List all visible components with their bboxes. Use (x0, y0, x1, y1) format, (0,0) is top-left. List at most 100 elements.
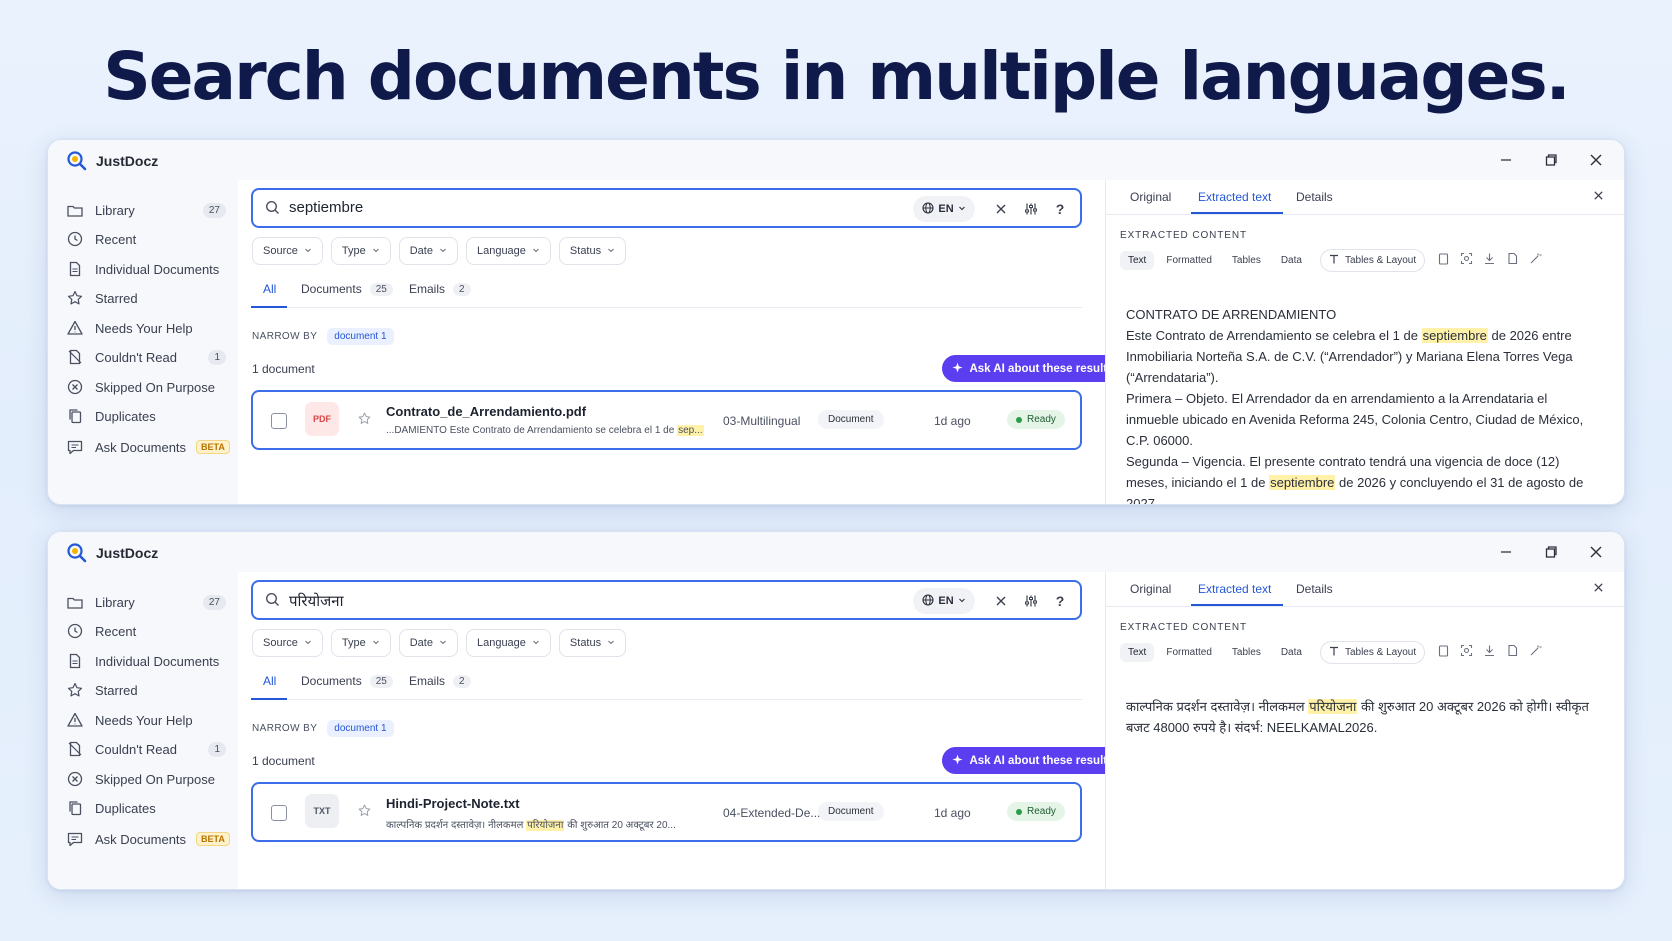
tables-layout-button[interactable]: Tables & Layout (1319, 249, 1426, 272)
ask-ai-button[interactable]: Ask AI about these results (942, 355, 1124, 382)
language-selector[interactable]: EN (913, 196, 975, 222)
file-name[interactable]: Hindi-Project-Note.txt (386, 796, 520, 811)
sidebar-item-starred[interactable]: Starred (66, 285, 234, 311)
help-button[interactable]: ? (1050, 199, 1070, 219)
filter-language[interactable]: Language (465, 237, 551, 265)
view-tables-button[interactable]: Tables (1224, 643, 1269, 662)
sidebar-item-label: Recent (95, 623, 137, 639)
search-bar[interactable]: septiembre EN? (251, 188, 1082, 228)
sidebar-item-library[interactable]: Library 27 (66, 589, 234, 615)
tables-layout-button[interactable]: Tables & Layout (1319, 641, 1426, 664)
sidebar-item-couldn-t-read[interactable]: Couldn't Read 1 (66, 736, 234, 762)
tab-all[interactable]: All (263, 282, 276, 296)
sidebar-item-label: Library (95, 594, 135, 610)
filter-status[interactable]: Status (558, 629, 627, 657)
view-tables-button[interactable]: Tables (1224, 251, 1269, 270)
filter-date[interactable]: Date (398, 237, 458, 265)
filter-type[interactable]: Type (330, 629, 391, 657)
close-window-button[interactable] (1582, 540, 1610, 564)
view-text-button[interactable]: Text (1120, 251, 1155, 270)
narrow-by-pill[interactable]: document 1 (327, 328, 394, 345)
sidebar-item-ask-documents[interactable]: Ask Documents BETA (66, 826, 234, 852)
sidebar-item-ask-documents[interactable]: Ask Documents BETA (66, 434, 234, 460)
sidebar-item-needs-your-help[interactable]: Needs Your Help (66, 315, 234, 341)
minimize-button[interactable] (1492, 540, 1520, 564)
panel-tab-details[interactable]: Details (1296, 582, 1333, 596)
view-data-button[interactable]: Data (1273, 251, 1310, 270)
sidebar-item-recent[interactable]: Recent (66, 618, 234, 644)
narrow-by-pill[interactable]: document 1 (327, 720, 394, 737)
tab-documents[interactable]: Documents 25 (301, 674, 393, 688)
panel-tab-original[interactable]: Original (1130, 582, 1171, 596)
tab-documents[interactable]: Documents 25 (301, 282, 393, 296)
filter-type[interactable]: Type (330, 237, 391, 265)
help-button[interactable]: ? (1050, 591, 1070, 611)
filter-settings-icon[interactable] (1021, 591, 1041, 611)
file-name[interactable]: Contrato_de_Arrendamiento.pdf (386, 404, 586, 419)
search-input[interactable]: परियोजना (289, 591, 343, 611)
scan-icon[interactable] (1460, 252, 1473, 270)
magic-wand-icon[interactable] (1529, 644, 1542, 662)
sidebar-item-starred[interactable]: Starred (66, 677, 234, 703)
sidebar-item-recent[interactable]: Recent (66, 226, 234, 252)
minimize-button[interactable] (1492, 148, 1520, 172)
star-icon[interactable] (357, 411, 372, 431)
status-label: Ready (1027, 806, 1056, 817)
filter-label: Status (569, 245, 602, 257)
sidebar-item-library[interactable]: Library 27 (66, 197, 234, 223)
tab-label: Emails (409, 674, 446, 688)
row-checkbox[interactable] (271, 413, 287, 429)
sidebar-item-duplicates[interactable]: Duplicates (66, 403, 234, 429)
star-icon[interactable] (357, 803, 372, 823)
search-highlight: septiembre (1269, 475, 1336, 490)
row-checkbox[interactable] (271, 805, 287, 821)
file-icon[interactable] (1506, 644, 1519, 662)
download-icon[interactable] (1483, 644, 1496, 662)
ask-ai-button[interactable]: Ask AI about these results (942, 747, 1124, 774)
panel-tab-original[interactable]: Original (1130, 190, 1171, 204)
panel-tab-extracted-text[interactable]: Extracted text (1198, 582, 1271, 596)
view-text-button[interactable]: Text (1120, 643, 1155, 662)
filter-status[interactable]: Status (558, 237, 627, 265)
sidebar-item-individual-documents[interactable]: Individual Documents (66, 256, 234, 282)
search-input[interactable]: septiembre (289, 199, 363, 216)
tab-emails[interactable]: Emails 2 (409, 282, 471, 296)
panel-tab-details[interactable]: Details (1296, 190, 1333, 204)
download-icon[interactable] (1483, 252, 1496, 270)
result-row[interactable]: TXT Hindi-Project-Note.txt काल्पनिक प्रदर्… (251, 782, 1082, 842)
clear-search-button[interactable] (991, 591, 1011, 611)
file-icon[interactable] (1506, 252, 1519, 270)
clear-search-button[interactable] (991, 199, 1011, 219)
sidebar-item-needs-your-help[interactable]: Needs Your Help (66, 707, 234, 733)
sidebar-item-skipped-on-purpose[interactable]: Skipped On Purpose (66, 374, 234, 400)
language-selector[interactable]: EN (913, 588, 975, 614)
restore-button[interactable] (1537, 148, 1565, 172)
scan-icon[interactable] (1460, 644, 1473, 662)
view-formatted-button[interactable]: Formatted (1158, 251, 1220, 270)
sidebar-item-skipped-on-purpose[interactable]: Skipped On Purpose (66, 766, 234, 792)
sidebar-item-label: Duplicates (95, 408, 156, 424)
clipboard-icon[interactable] (1437, 644, 1450, 662)
close-panel-button[interactable] (1593, 188, 1604, 204)
sidebar-item-individual-documents[interactable]: Individual Documents (66, 648, 234, 674)
tab-all[interactable]: All (263, 674, 276, 688)
filter-language[interactable]: Language (465, 629, 551, 657)
filter-date[interactable]: Date (398, 629, 458, 657)
panel-tab-extracted-text[interactable]: Extracted text (1198, 190, 1271, 204)
filter-label: Status (569, 637, 602, 649)
sidebar-item-couldn-t-read[interactable]: Couldn't Read 1 (66, 344, 234, 370)
view-data-button[interactable]: Data (1273, 643, 1310, 662)
search-bar[interactable]: परियोजना EN? (251, 580, 1082, 620)
restore-button[interactable] (1537, 540, 1565, 564)
close-window-button[interactable] (1582, 148, 1610, 172)
sidebar-item-duplicates[interactable]: Duplicates (66, 795, 234, 821)
filter-source[interactable]: Source (252, 237, 323, 265)
filter-source[interactable]: Source (252, 629, 323, 657)
close-panel-button[interactable] (1593, 580, 1604, 596)
magic-wand-icon[interactable] (1529, 252, 1542, 270)
tab-emails[interactable]: Emails 2 (409, 674, 471, 688)
result-row[interactable]: PDF Contrato_de_Arrendamiento.pdf ...DAMIE… (251, 390, 1082, 450)
clipboard-icon[interactable] (1437, 252, 1450, 270)
view-formatted-button[interactable]: Formatted (1158, 643, 1220, 662)
filter-settings-icon[interactable] (1021, 199, 1041, 219)
